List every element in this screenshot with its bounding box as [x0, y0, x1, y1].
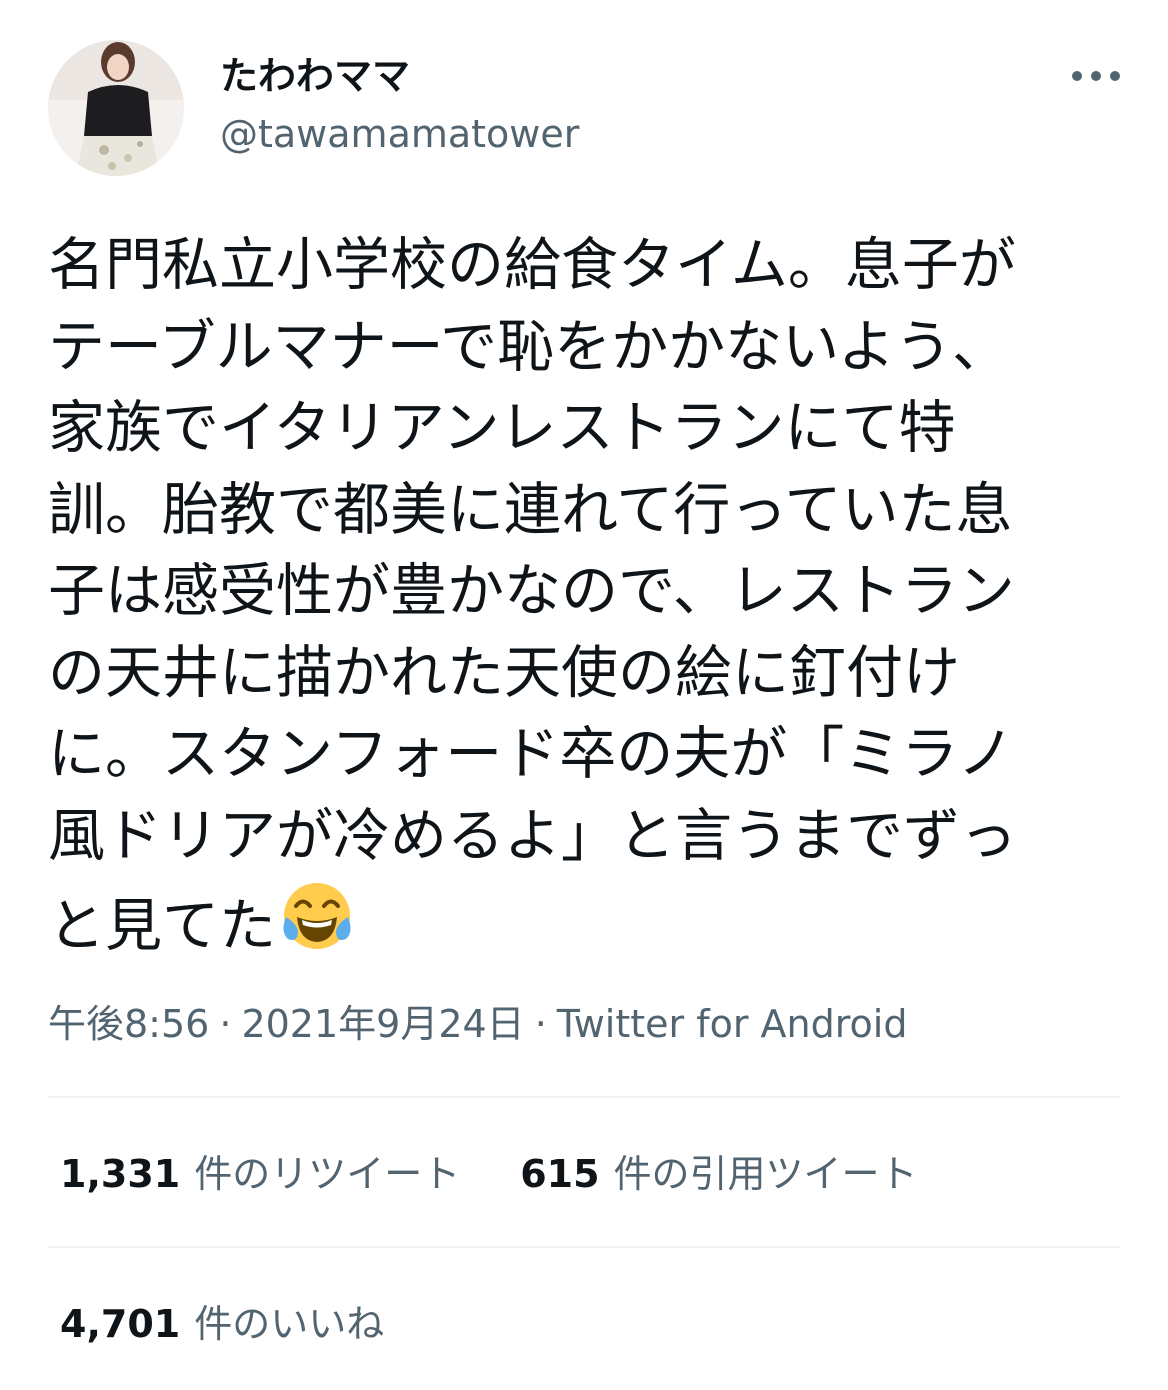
tweet-text-last-line: と見てた: [48, 877, 1128, 959]
more-dot: [1072, 71, 1082, 81]
likes-stat[interactable]: 4,701 件のいいね: [60, 1300, 384, 1348]
tweet-text-line: の天井に描かれた天使の絵に釘付け: [48, 639, 960, 706]
tweet-text-line: 名門私立小学校の給食タイム。息子が: [48, 232, 1016, 298]
tweet-text-line: に。スタンフォード卒の夫が「ミラノ: [48, 721, 1015, 787]
retweet-label: 件のリツイート: [194, 1152, 461, 1196]
quotes-stat[interactable]: 615 件の引用ツイート: [520, 1150, 917, 1198]
more-dot: [1110, 71, 1120, 81]
meta-separator: ·: [534, 1002, 547, 1046]
tweet-source[interactable]: Twitter for Android: [557, 1002, 908, 1046]
more-dot: [1091, 71, 1101, 81]
tweet-text-line: テーブルマナーで恥をかかないよう、: [48, 313, 1010, 380]
quote-count: 615: [520, 1152, 600, 1196]
like-label: 件のいいね: [194, 1302, 385, 1346]
meta-separator: ·: [219, 1002, 232, 1046]
tweet-text-line: 家族でイタリアンレストランにて特: [48, 395, 956, 461]
quote-label: 件の引用ツイート: [613, 1152, 918, 1196]
divider: [48, 1096, 1120, 1098]
tweet-text-line: 訓。胎教で都美に連れて行っていた息: [48, 476, 1013, 543]
likes-stats-row: 4,701 件のいいね: [60, 1300, 384, 1348]
tweet-text-line: 子は感受性が豊かなので、レストラン: [48, 558, 1015, 624]
retweet-count: 1,331: [60, 1152, 181, 1196]
tweet-text: 名門私立小学校の給食タイム。息子が テーブルマナーで恥をかかないよう、 家族でイ…: [48, 225, 1128, 959]
engagement-stats-row: 1,331 件のリツイート 615 件の引用ツイート: [60, 1150, 918, 1198]
tears-of-joy-emoji-icon: [283, 883, 351, 949]
like-count: 4,701: [60, 1302, 181, 1346]
tweet-text-line: と見てた: [48, 893, 276, 959]
profile-photo: [48, 40, 184, 176]
retweets-stat[interactable]: 1,331 件のリツイート: [60, 1150, 460, 1198]
tweet-meta: 午後8:56 · 2021年9月24日 · Twitter for Android: [48, 1000, 907, 1048]
avatar[interactable]: [48, 40, 184, 176]
divider: [48, 1246, 1120, 1248]
more-options-icon[interactable]: [1068, 58, 1124, 94]
author-handle[interactable]: @tawamamatower: [220, 110, 579, 158]
tweet-time[interactable]: 午後8:56: [48, 1002, 209, 1046]
tweet-text-line: 風ドリアが冷めるよ」と言うまでずっ: [48, 802, 1017, 869]
tweet-date[interactable]: 2021年9月24日: [241, 1002, 524, 1046]
author-display-name[interactable]: たわわママ: [220, 52, 410, 100]
